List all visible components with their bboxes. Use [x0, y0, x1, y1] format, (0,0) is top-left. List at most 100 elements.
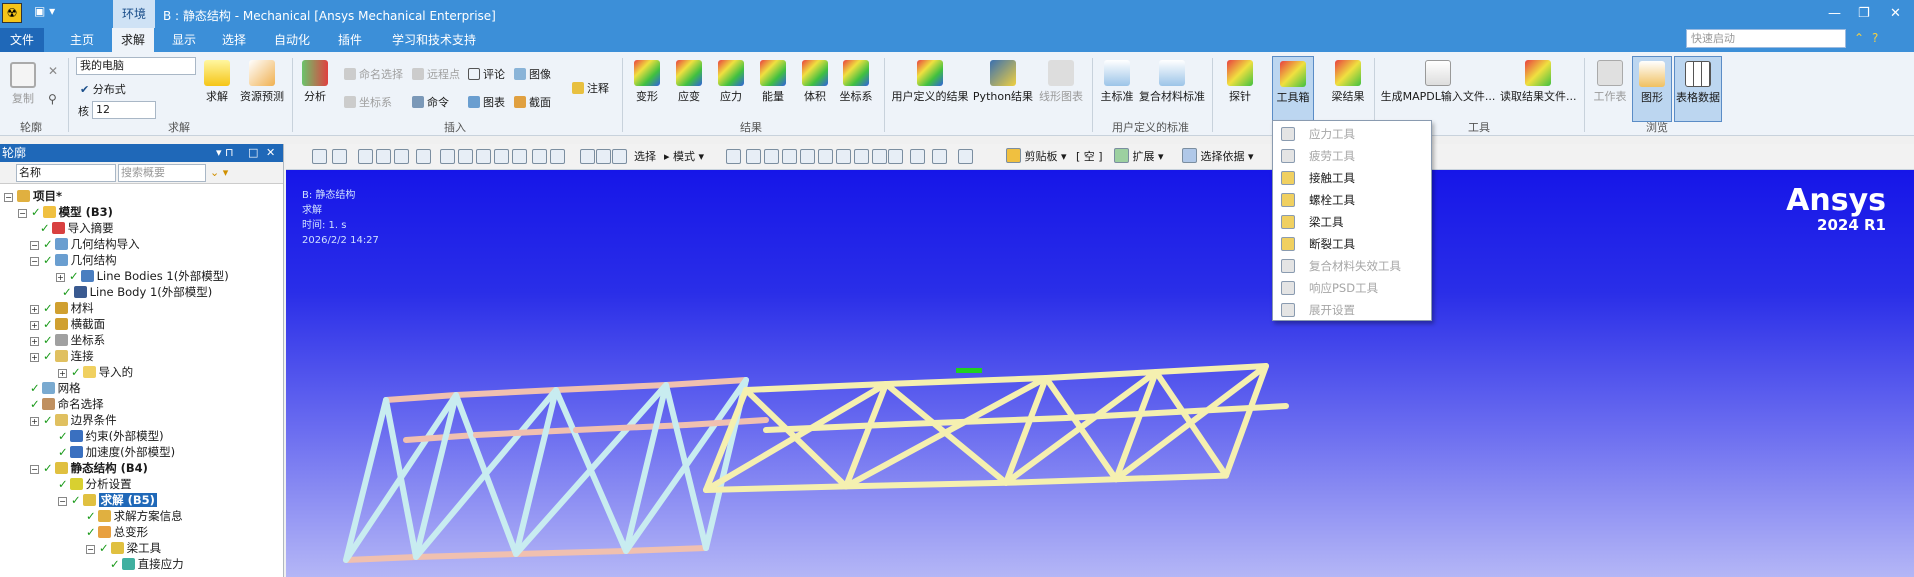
analysis-button[interactable]: 分析 — [300, 60, 330, 104]
coord-results-button[interactable]: 坐标系 — [838, 60, 874, 104]
toolbar-tool-icon[interactable] — [394, 149, 409, 164]
toolbar-tool-icon[interactable] — [958, 149, 973, 164]
tree-node[interactable]: − 项目* — [4, 188, 62, 204]
toolbar-tool-icon[interactable] — [836, 149, 851, 164]
tree-node[interactable]: ✓ 加速度(外部模型) — [58, 444, 175, 460]
expand-icon[interactable]: − — [86, 545, 95, 554]
tab-plugins[interactable]: 插件 — [330, 28, 370, 52]
remote-point-button[interactable]: 远程点 — [412, 66, 460, 82]
toolbar-tool-icon[interactable] — [550, 149, 565, 164]
toolbox-menu-item[interactable]: 响应PSD工具 — [1273, 277, 1431, 299]
tree-node[interactable]: − ✓ 几何结构 — [30, 252, 117, 268]
close-icon[interactable]: ✕ — [266, 144, 275, 162]
toolbar-tool-icon[interactable] — [376, 149, 391, 164]
named-selection-button[interactable]: 命名选择 — [344, 66, 403, 82]
toolbox-menu-item[interactable]: 应力工具 — [1273, 123, 1431, 145]
toolbar-tool-icon[interactable] — [596, 149, 611, 164]
toolbar-tool-icon[interactable] — [910, 149, 925, 164]
outline-search-input[interactable]: 搜索概要 — [118, 164, 206, 182]
copy-button[interactable]: 复制 — [8, 62, 38, 106]
mode-button[interactable]: ▸ 模式 ▾ — [664, 148, 704, 164]
tree-node[interactable]: − ✓ 梁工具 — [86, 540, 161, 556]
toolbar-tool-icon[interactable] — [726, 149, 741, 164]
app-icon[interactable]: ☢ — [2, 3, 22, 23]
tree-node[interactable]: + ✓ 边界条件 — [30, 412, 117, 428]
expand-icon[interactable]: − — [58, 497, 67, 506]
read-results-button[interactable]: 读取结果文件... — [1500, 60, 1577, 104]
toolbar-tool-icon[interactable] — [764, 149, 779, 164]
toolbar-tool-icon[interactable] — [512, 149, 527, 164]
expand-icon[interactable]: − — [30, 465, 39, 474]
image-button[interactable]: 图像 — [514, 66, 551, 82]
cores-input[interactable]: 12 — [92, 101, 156, 119]
volume-button[interactable]: 体积 — [800, 60, 830, 104]
probe-button[interactable]: 探针 — [1224, 60, 1256, 104]
toolbox-menu-item[interactable]: 梁工具 — [1273, 211, 1431, 233]
toolbar-tool-icon[interactable] — [746, 149, 761, 164]
tree-node[interactable]: ✓ 总变形 — [86, 524, 148, 540]
toolbar-tool-icon[interactable] — [612, 149, 627, 164]
empty-button[interactable]: [ 空 ] — [1076, 148, 1103, 164]
toolbar-tool-icon[interactable] — [800, 149, 815, 164]
expand-icon[interactable]: + — [58, 369, 67, 378]
toolbox-menu-item[interactable]: 螺栓工具 — [1273, 189, 1431, 211]
tree-node[interactable]: − ✓ 静态结构 (B4) — [30, 460, 148, 476]
tree-node[interactable]: ✓ 命名选择 — [30, 396, 104, 412]
chevron-down-icon[interactable]: ⌄ ▾ — [210, 166, 228, 179]
tab-home[interactable]: 主页 — [62, 28, 102, 52]
tree-node[interactable]: ✓ 求解方案信息 — [86, 508, 183, 524]
toolbar-tool-icon[interactable] — [358, 149, 373, 164]
toolbox-menu-item[interactable]: 疲劳工具 — [1273, 145, 1431, 167]
expand-icon[interactable]: − — [4, 193, 13, 202]
tree-node[interactable]: + ✓ 材料 — [30, 300, 94, 316]
toolbar-tool-icon[interactable] — [532, 149, 547, 164]
line-chart-button[interactable]: 线形图表 — [1036, 60, 1086, 104]
tree-node[interactable]: + ✓ 连接 — [30, 348, 94, 364]
extend-button[interactable]: 扩展 ▾ — [1114, 148, 1164, 164]
toolbar-tool-icon[interactable] — [782, 149, 797, 164]
minimize-button[interactable]: — — [1828, 6, 1841, 21]
toolbar-tool-icon[interactable] — [440, 149, 455, 164]
toolbar-tool-icon[interactable] — [312, 149, 327, 164]
distributed-checkbox[interactable]: ✔ 分布式 — [80, 81, 126, 97]
restore-button[interactable]: ❐ — [1858, 6, 1870, 21]
toolbar-tool-icon[interactable] — [476, 149, 491, 164]
toolbar-tool-icon[interactable] — [332, 149, 347, 164]
context-tab-environment[interactable]: 环境 — [113, 0, 155, 28]
composite-criteria-button[interactable]: 复合材料标准 — [1138, 60, 1206, 104]
close-button[interactable]: ✕ — [1890, 6, 1901, 21]
tree-node[interactable]: + ✓ 坐标系 — [30, 332, 105, 348]
environment-select[interactable]: 我的电脑 — [76, 57, 196, 75]
tab-automation[interactable]: 自动化 — [266, 28, 318, 52]
tree-node[interactable]: ✓ 分析设置 — [58, 476, 132, 492]
select-by-button[interactable]: 选择依据 ▾ — [1182, 148, 1254, 164]
tab-display[interactable]: 显示 — [164, 28, 204, 52]
tree-node[interactable]: ✓ 网格 — [30, 380, 81, 396]
generate-mapdl-button[interactable]: 生成MAPDL输入文件... — [1380, 60, 1496, 104]
tree-node[interactable]: + ✓ 横截面 — [30, 316, 105, 332]
clipboard-button[interactable]: 剪贴板 ▾ — [1006, 148, 1067, 164]
expand-icon[interactable]: − — [30, 241, 39, 250]
toolbar-tool-icon[interactable] — [818, 149, 833, 164]
tree-node[interactable]: ✓ 约束(外部模型) — [58, 428, 164, 444]
expand-icon[interactable]: + — [30, 305, 39, 314]
expand-icon[interactable]: + — [30, 321, 39, 330]
deformation-button[interactable]: 变形 — [632, 60, 662, 104]
toolbar-tool-icon[interactable] — [416, 149, 431, 164]
search-icon[interactable]: ⚲ — [48, 92, 57, 106]
tree-node[interactable]: − ✓ 模型 (B3) — [18, 204, 113, 220]
toolbox-menu-item[interactable]: 展开设置 — [1273, 299, 1431, 321]
toolbox-menu-item[interactable]: 复合材料失效工具 — [1273, 255, 1431, 277]
toolbox-menu-item[interactable]: 接触工具 — [1273, 167, 1431, 189]
up-arrow-icon[interactable]: ⌃ — [1854, 31, 1864, 45]
graph-button[interactable]: 图形 — [1632, 56, 1672, 122]
chart-button[interactable]: 图表 — [468, 94, 505, 110]
tree-node[interactable]: ✓ 直接应力 — [110, 556, 184, 572]
expand-icon[interactable]: − — [30, 257, 39, 266]
tab-learn[interactable]: 学习和技术支持 — [384, 28, 484, 52]
comment-button[interactable]: 评论 — [468, 66, 505, 82]
toolbar-tool-icon[interactable] — [580, 149, 595, 164]
expand-icon[interactable]: + — [30, 353, 39, 362]
quick-access-toolbar[interactable]: ▣ ▾ — [34, 4, 55, 18]
resource-prediction-button[interactable]: 资源预测 — [238, 60, 286, 104]
